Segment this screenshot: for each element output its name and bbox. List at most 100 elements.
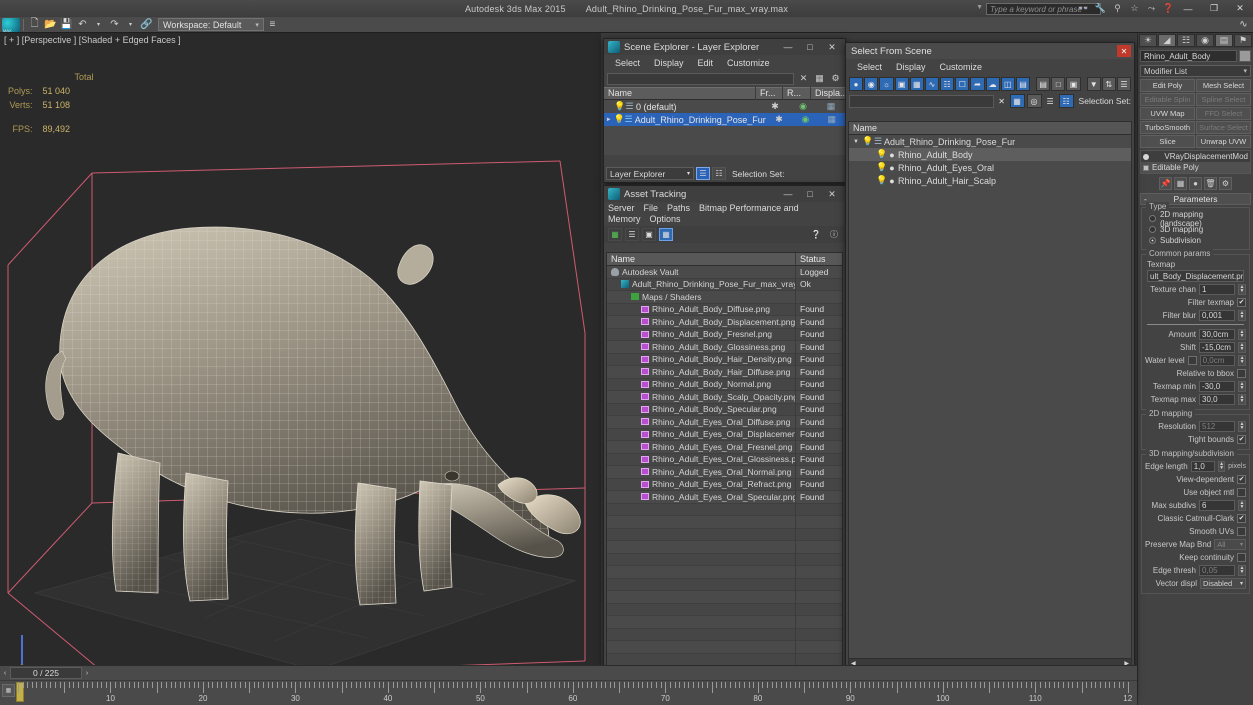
filter-spacewarps-icon[interactable]: ∿	[924, 77, 940, 91]
workspace-menu-icon[interactable]: ≡	[265, 18, 280, 32]
key-mode-icon[interactable]: ▦	[2, 684, 15, 697]
freeze-icon[interactable]: ✱	[761, 101, 789, 112]
select-from-scene-search-input[interactable]	[849, 94, 994, 108]
asset-row[interactable]: Rhino_Adult_Body_Glossiness.png Found	[607, 340, 842, 354]
close-button[interactable]: ✕	[821, 187, 843, 202]
modifier-list-dropdown[interactable]: Modifier List ▾	[1140, 65, 1251, 77]
asset-row[interactable]: Rhino_Adult_Eyes_Oral_Normal.png Found	[607, 465, 842, 479]
render-icon[interactable]: ◉	[792, 114, 818, 125]
filter-lights-icon[interactable]: ☼	[879, 77, 894, 91]
asset-row[interactable]: Rhino_Adult_Body_Displacement.png Found	[607, 315, 842, 329]
asset-row[interactable]: Rhino_Adult_Body_Specular.png Found	[607, 403, 842, 416]
layer-icon[interactable]: ☰	[1044, 94, 1057, 108]
signin-icon[interactable]: ⚲	[1111, 2, 1124, 15]
next-frame-button[interactable]: ›	[82, 667, 92, 680]
chevron-down-icon[interactable]: ▾	[1240, 580, 1243, 587]
spinner-icon[interactable]: ▲ ▼	[1238, 499, 1246, 511]
filter-helpers-icon[interactable]: ▦	[909, 77, 924, 91]
grid-view-icon[interactable]: ▦	[659, 228, 673, 241]
tab-hierarchy[interactable]: ☷	[1177, 34, 1195, 47]
filter-particles-icon[interactable]: ☁	[985, 77, 1000, 91]
redo-dropdown-icon[interactable]: ▾	[123, 18, 138, 32]
help-icon[interactable]: ❔	[809, 228, 823, 241]
spinner-icon[interactable]: ▲ ▼	[1238, 283, 1246, 295]
frame-counter[interactable]: 0 / 225	[10, 667, 82, 679]
asset-row[interactable]: Rhino_Adult_Body_Scalp_Opacity.png Found	[607, 390, 842, 404]
light-bulb-icon[interactable]: 💡	[862, 136, 873, 147]
asset-row[interactable]: Rhino_Adult_Body_Hair_Density.png Found	[607, 353, 842, 366]
display-icon[interactable]: ▦	[819, 114, 845, 125]
object-color-swatch[interactable]	[1239, 50, 1251, 62]
param-value[interactable]: 6	[1199, 499, 1235, 511]
minimize-button[interactable]: —	[1175, 0, 1201, 17]
menu-file[interactable]: File	[644, 203, 659, 213]
clear-search-icon[interactable]: ✕	[996, 94, 1008, 108]
object-name-field[interactable]: Rhino_Adult_Body	[1140, 50, 1237, 62]
type-radio[interactable]: Subdivision	[1145, 235, 1246, 246]
filter-shapes-icon[interactable]: ◉	[864, 77, 879, 91]
asset-row[interactable]: Rhino_Adult_Eyes_Oral_Diffuse.png Found	[607, 415, 842, 429]
sort-by-icon[interactable]: ⇅	[1101, 77, 1116, 91]
show-end-result-icon[interactable]: ▦	[1174, 177, 1187, 190]
star-icon[interactable]: ☆	[1128, 2, 1141, 15]
select-from-scene-list[interactable]: Name ▼ 💡 ☰ Adult_Rhino_Drinking_Pose_Fur 💡 ● R…	[848, 121, 1132, 668]
filter-icon[interactable]: ⚙	[829, 72, 842, 85]
asset-row[interactable]: Rhino_Adult_Eyes_Oral_Fresnel.png Found	[607, 440, 842, 454]
menu-select[interactable]: Select	[850, 62, 889, 72]
filter-funnel-icon[interactable]: ▼	[1086, 77, 1101, 91]
maximize-button[interactable]: □	[799, 187, 821, 202]
display-icon[interactable]: ▦	[817, 101, 845, 112]
param-value[interactable]: 1	[1199, 283, 1235, 295]
column-status[interactable]: Status	[796, 253, 842, 265]
save-file-icon[interactable]: 💾	[59, 18, 74, 32]
filter-containers-icon[interactable]: ◫	[1000, 77, 1015, 91]
curve-editor-icon[interactable]: ∿	[1236, 18, 1251, 32]
undo-dropdown-icon[interactable]: ▾	[91, 18, 106, 32]
spinner-icon[interactable]: ▲ ▼	[1238, 380, 1246, 392]
asset-row[interactable]: Rhino_Adult_Eyes_Oral_Specular.png Found	[607, 490, 842, 504]
minimize-button[interactable]: —	[777, 40, 799, 55]
maximize-button[interactable]: ❐	[1201, 0, 1227, 17]
expand-arrow-icon[interactable]: ▼	[853, 139, 862, 145]
asset-row[interactable]: Rhino_Adult_Eyes_Oral_Displacement.png Fo…	[607, 428, 842, 441]
explorer-mode-dropdown[interactable]: Layer Explorer ▾	[606, 167, 694, 180]
column-frozen[interactable]: Fr...	[756, 87, 783, 100]
tab-display[interactable]: ▤	[1215, 34, 1233, 47]
asset-row[interactable]: Autodesk Vault Logged	[607, 265, 842, 279]
texmap-button[interactable]: ult_Body_Displacement.png)	[1147, 270, 1244, 282]
param-value[interactable]: 0,0cm	[1199, 354, 1236, 366]
close-button[interactable]: ✕	[1227, 0, 1253, 17]
render-icon[interactable]: ◉	[789, 101, 817, 112]
spinner-icon[interactable]: ▲ ▼	[1218, 460, 1226, 472]
asset-tracking-grid[interactable]: Name Status Autodesk Vault Logged Adult_Rh…	[606, 252, 843, 671]
param-checkbox[interactable]	[1237, 487, 1246, 497]
param-dropdown[interactable]: Disabled ▾	[1200, 577, 1246, 589]
prev-frame-button[interactable]: ‹	[0, 667, 10, 680]
hierarchy-view-icon[interactable]: ☷	[712, 167, 726, 180]
layer-view-icon[interactable]: ☰	[696, 167, 710, 180]
redo-icon[interactable]: ↷	[107, 18, 122, 32]
modifier-button[interactable]: Mesh Select	[1196, 79, 1251, 92]
maximize-button[interactable]: □	[799, 40, 821, 55]
configure-sets-icon[interactable]: ⚙	[1219, 177, 1232, 190]
menu-display[interactable]: Display	[889, 62, 933, 72]
asset-row[interactable]: Rhino_Adult_Eyes_Oral_Glossiness.png Foun…	[607, 453, 842, 466]
modifier-button[interactable]: Slice	[1140, 135, 1195, 148]
filter-cameras-icon[interactable]: ▣	[894, 77, 909, 91]
spinner-icon[interactable]: ▲ ▼	[1238, 309, 1246, 321]
param-checkbox[interactable]	[1187, 355, 1197, 365]
param-value[interactable]: 30,0	[1199, 393, 1235, 405]
select-link-icon[interactable]: 🔗	[139, 18, 154, 32]
exchange-icon[interactable]: ⤳	[1145, 2, 1158, 15]
light-bulb-icon[interactable]: 💡	[876, 162, 887, 173]
spinner-icon[interactable]: ▲ ▼	[1238, 341, 1246, 353]
select-from-scene-window[interactable]: Select From Scene ✕ Select Display Customi…	[845, 42, 1135, 697]
binoculars-icon[interactable]: 👓	[1077, 2, 1090, 15]
chevron-down-icon[interactable]: ▾	[1243, 66, 1247, 77]
layer-row[interactable]: 💡 ☰ 0 (default) ✱ ◉ ▦	[604, 100, 845, 113]
menu-paths[interactable]: Paths	[667, 203, 690, 213]
vault-icon[interactable]: ▦	[608, 228, 622, 241]
open-file-icon[interactable]: 📂	[43, 18, 58, 32]
scene-explorer-window[interactable]: Scene Explorer - Layer Explorer — □ ✕ Se…	[603, 38, 846, 183]
param-value[interactable]: 0,05	[1199, 564, 1235, 576]
